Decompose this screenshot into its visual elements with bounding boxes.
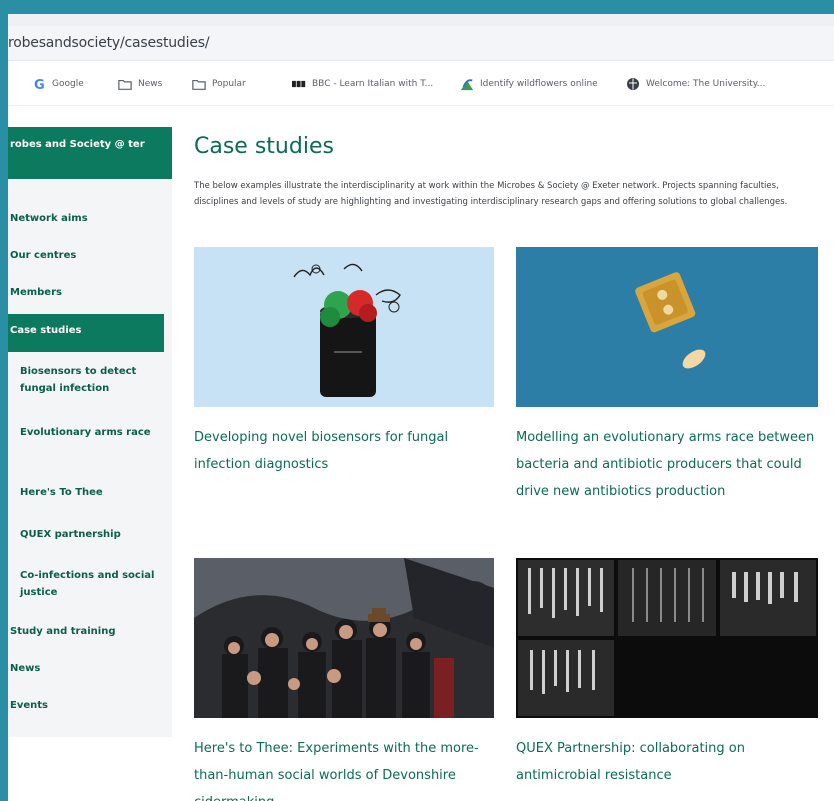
bookmark-label: Identify wildflowers online: [480, 79, 598, 89]
address-bar-url[interactable]: robesandsociety/casestudies/: [8, 35, 210, 51]
intro-text: The below examples illustrate the interd…: [194, 181, 788, 207]
folder-icon: [118, 77, 132, 91]
bookmark-label: Welcome: The University...: [646, 79, 766, 89]
bookmark-popular[interactable]: Popular: [192, 75, 246, 93]
sidebar-sub-biosensors[interactable]: Biosensors to detect fungal infection: [20, 363, 160, 397]
folder-icon: [192, 77, 206, 91]
sidebar-sub-coinfections[interactable]: Co-infections and social justice: [20, 567, 160, 601]
sidebar-item-events[interactable]: Events: [10, 698, 48, 714]
sidebar-heading[interactable]: robes and Society @ ter: [8, 127, 172, 179]
arms-race-image[interactable]: [516, 247, 818, 407]
biosensor-image[interactable]: [194, 247, 494, 407]
sidebar-item-news[interactable]: News: [10, 661, 40, 677]
sidebar-item-our-centres[interactable]: Our centres: [10, 248, 76, 264]
bbc-icon: [292, 77, 306, 91]
bookmark-google[interactable]: G Google: [32, 75, 84, 93]
card-title-arms-race[interactable]: Modelling an evolutionary arms race betw…: [516, 424, 818, 505]
flower-icon: [460, 77, 474, 91]
bookmark-label: BBC - Learn Italian with T...: [312, 79, 434, 89]
sidebar-sub-quex[interactable]: QUEX partnership: [20, 526, 160, 543]
cidermaking-image[interactable]: [194, 558, 494, 718]
sidebar-item-members[interactable]: Members: [10, 285, 62, 301]
quex-image[interactable]: [516, 558, 818, 718]
bookmark-label: Google: [52, 79, 84, 89]
card-title-quex[interactable]: QUEX Partnership: collaborating on antim…: [516, 735, 818, 789]
bookmark-label: News: [138, 79, 163, 89]
card-title-biosensors[interactable]: Developing novel biosensors for fungal i…: [194, 424, 494, 478]
sidebar-item-network-aims[interactable]: Network aims: [10, 211, 88, 227]
svg-text:G: G: [34, 78, 45, 91]
address-bar[interactable]: robesandsociety/casestudies/: [8, 26, 834, 61]
sidebar-nav: robes and Society @ ter Network aims Our…: [8, 127, 172, 737]
bookmark-university[interactable]: Welcome: The University...: [626, 75, 765, 93]
bookmark-bbc[interactable]: BBC - Learn Italian with T...: [292, 75, 433, 93]
sidebar-item-study-training[interactable]: Study and training: [10, 624, 115, 640]
sidebar-item-case-studies[interactable]: Case studies: [8, 314, 164, 352]
sidebar-sub-heres-to-thee[interactable]: Here's To Thee: [20, 484, 160, 501]
bookmark-label: Popular: [212, 79, 246, 89]
card-title-heres-to-thee[interactable]: Here's to Thee: Experiments with the mor…: [194, 735, 494, 801]
bookmark-news[interactable]: News: [118, 75, 162, 93]
browser-window: robesandsociety/casestudies/ G Google Ne…: [8, 14, 834, 801]
bookmarks-bar: G Google News Popular BBC - Learn Italia…: [8, 61, 834, 106]
google-icon: G: [32, 77, 46, 91]
page-title: Case studies: [194, 134, 334, 159]
sidebar-sub-arms-race[interactable]: Evolutionary arms race: [20, 424, 160, 441]
globe-icon: [626, 77, 640, 91]
bookmark-wildflowers[interactable]: Identify wildflowers online: [460, 75, 598, 93]
tab-strip: [8, 14, 834, 26]
